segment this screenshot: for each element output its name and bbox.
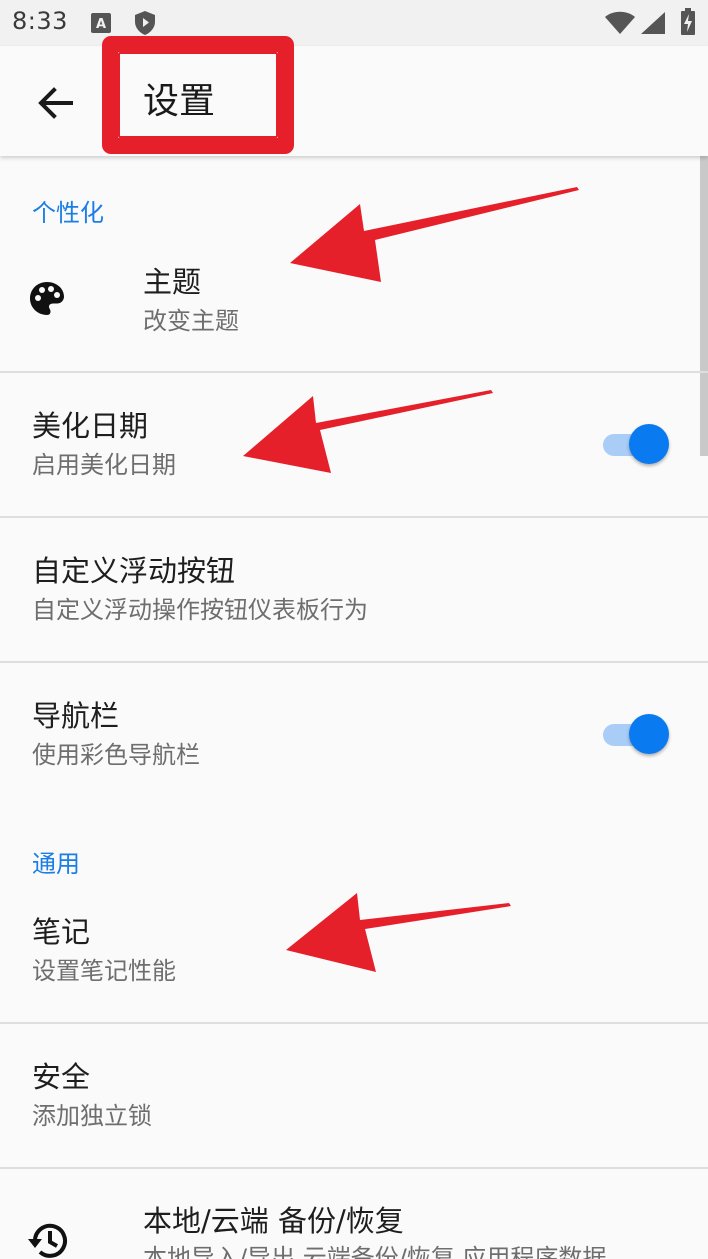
palette-icon xyxy=(28,280,66,322)
section-header-general: 通用 xyxy=(32,850,80,878)
a-notification-icon: A xyxy=(90,12,112,38)
setting-subtitle: 启用美化日期 xyxy=(32,451,176,479)
setting-subtitle: 设置笔记性能 xyxy=(32,957,176,985)
setting-item-security[interactable]: 安全 添加独立锁 xyxy=(0,1024,708,1167)
setting-item-backup[interactable]: 本地/云端 备份/恢复 本地导入/导出 云端备份/恢复 应用程序数据 xyxy=(0,1169,708,1259)
section-header-personalization: 个性化 xyxy=(32,199,104,227)
setting-subtitle: 添加独立锁 xyxy=(32,1102,152,1130)
setting-subtitle: 改变主题 xyxy=(143,307,239,335)
setting-item-notes[interactable]: 笔记 设置笔记性能 xyxy=(0,886,708,1022)
svg-text:A: A xyxy=(96,17,106,32)
annotation-highlight-box xyxy=(102,36,294,154)
beautify-date-switch[interactable] xyxy=(601,422,671,466)
back-button[interactable] xyxy=(26,74,84,132)
wifi-icon xyxy=(604,11,636,39)
settings-list[interactable]: 个性化 主题 改变主题 美化日期 启用美化日期 自定义浮动按钮 自定义浮动操作按… xyxy=(0,156,708,1259)
setting-title: 本地/云端 备份/恢复 xyxy=(143,1204,404,1238)
cell-signal-icon xyxy=(640,11,666,39)
setting-subtitle: 本地导入/导出 云端备份/恢复 应用程序数据 xyxy=(143,1244,607,1259)
nav-bar-switch[interactable] xyxy=(601,712,671,756)
setting-title: 自定义浮动按钮 xyxy=(32,554,236,588)
switch-thumb xyxy=(629,714,669,754)
switch-thumb xyxy=(629,424,669,464)
battery-charging-icon xyxy=(680,8,696,40)
setting-title: 笔记 xyxy=(32,915,91,949)
setting-item-beautify-date[interactable]: 美化日期 启用美化日期 xyxy=(0,373,708,516)
setting-title: 主题 xyxy=(143,265,202,299)
backup-restore-icon xyxy=(25,1220,71,1259)
setting-title: 美化日期 xyxy=(32,409,149,443)
setting-item-custom-fab[interactable]: 自定义浮动按钮 自定义浮动操作按钮仪表板行为 xyxy=(0,518,708,661)
status-time: 8:33 xyxy=(12,7,68,35)
setting-item-nav-bar[interactable]: 导航栏 使用彩色导航栏 xyxy=(0,663,708,806)
arrow-left-icon xyxy=(38,87,73,119)
setting-item-theme[interactable]: 主题 改变主题 xyxy=(0,236,708,372)
setting-subtitle: 自定义浮动操作按钮仪表板行为 xyxy=(32,596,368,624)
setting-title: 安全 xyxy=(32,1060,91,1094)
setting-subtitle: 使用彩色导航栏 xyxy=(32,741,200,769)
setting-title: 导航栏 xyxy=(32,699,120,733)
